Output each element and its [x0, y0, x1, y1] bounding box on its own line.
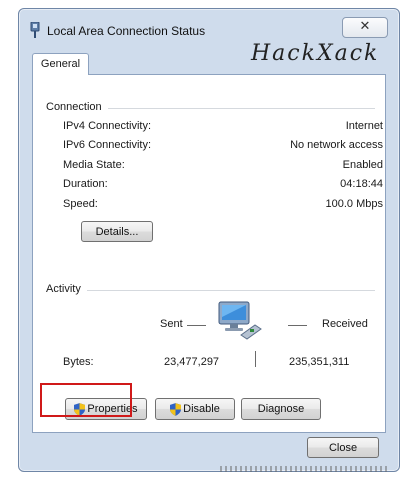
media-state-row: Media State: Enabled [63, 159, 383, 175]
duration-row: Duration: 04:18:44 [63, 178, 383, 194]
window-close-button[interactable]: ✕ [342, 17, 388, 38]
window-title: Local Area Connection Status [47, 24, 206, 38]
diagnose-button[interactable]: Diagnose [241, 398, 321, 420]
properties-highlight-box [40, 383, 132, 417]
speed-value: 100.0 Mbps [325, 198, 383, 210]
sent-dash [187, 325, 206, 326]
ipv4-connectivity-row: IPv4 Connectivity: Internet [63, 120, 383, 136]
details-button[interactable]: Details... [81, 221, 153, 242]
footer-artifact [220, 466, 390, 472]
speed-row: Speed: 100.0 Mbps [63, 198, 383, 214]
duration-value: 04:18:44 [340, 178, 383, 190]
disable-button[interactable]: Disable [155, 398, 235, 420]
watermark-text: HackXack [251, 41, 380, 66]
bytes-separator [255, 351, 256, 367]
speed-label: Speed: [63, 198, 98, 210]
received-label: Received [322, 318, 368, 330]
tab-general[interactable]: General [32, 53, 89, 75]
ipv6-label: IPv6 Connectivity: [63, 139, 152, 151]
bytes-received-value: 235,351,311 [289, 356, 350, 368]
bytes-sent-value: 23,477,297 [164, 356, 220, 368]
media-state-label: Media State: [63, 159, 125, 171]
uac-shield-icon [170, 402, 182, 416]
close-button[interactable]: Close [307, 437, 379, 458]
network-adapter-icon [30, 22, 40, 38]
network-computer-icon [218, 301, 262, 340]
duration-label: Duration: [63, 178, 108, 190]
ipv4-value: Internet [345, 120, 383, 132]
ipv6-connectivity-row: IPv6 Connectivity: No network access [63, 139, 383, 155]
connection-section-label: Connection [46, 101, 108, 113]
ipv6-value: No network access [290, 139, 383, 151]
disable-label: Disable [183, 403, 220, 415]
activity-group-line [47, 290, 375, 291]
bytes-label: Bytes: [63, 356, 94, 368]
sent-label: Sent [160, 318, 183, 330]
ipv4-label: IPv4 Connectivity: [63, 120, 152, 132]
received-dash [288, 325, 307, 326]
media-state-value: Enabled [342, 159, 383, 171]
general-panel: Connection IPv4 Connectivity: Internet I… [32, 74, 386, 433]
activity-section-label: Activity [46, 283, 87, 295]
